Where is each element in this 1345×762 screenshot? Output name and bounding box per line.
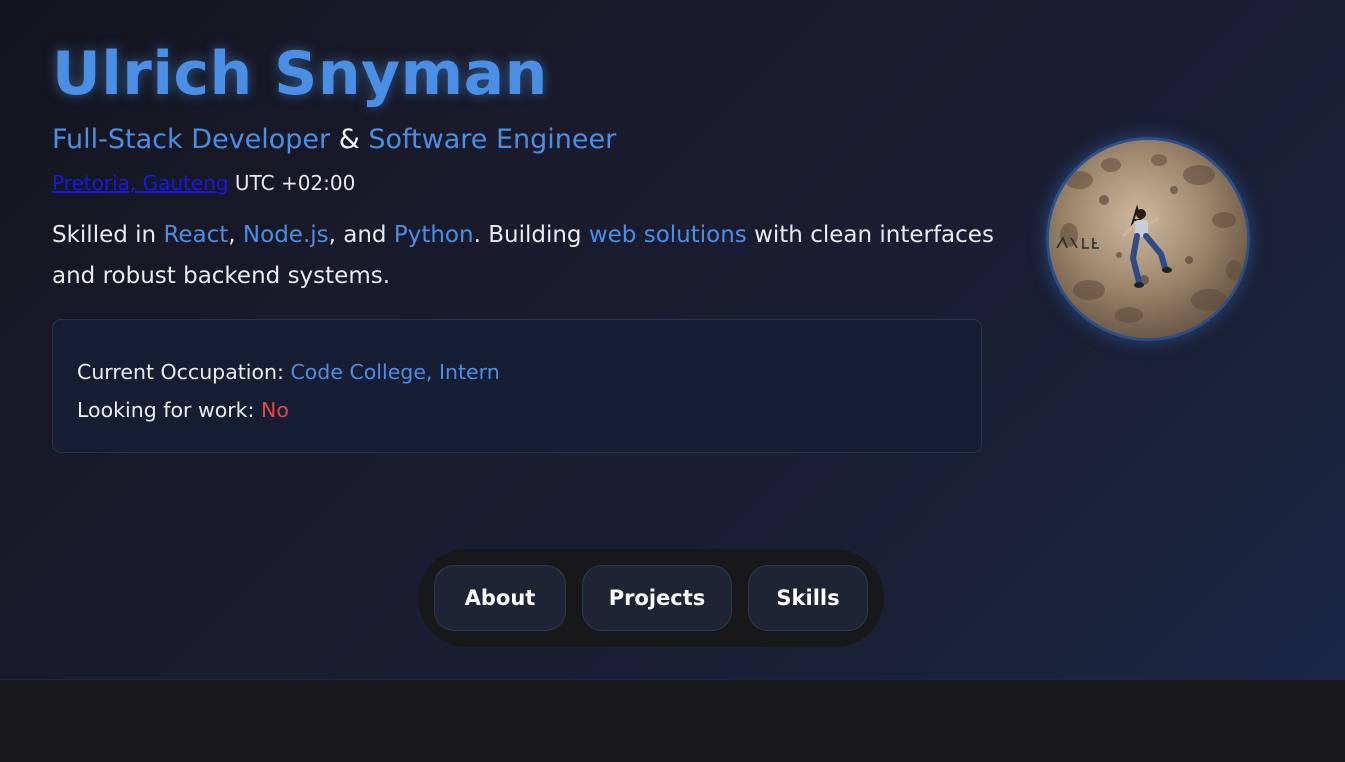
bio-text-part: Skilled in — [52, 222, 164, 248]
role-software-engineer: Software Engineer — [368, 124, 617, 155]
skill-nodejs: Node.js — [242, 222, 329, 248]
bio-text-part: , and — [328, 222, 394, 248]
nav-about-button[interactable]: About — [434, 565, 566, 631]
role-separator: & — [330, 124, 369, 155]
avatar — [1046, 137, 1250, 341]
location-link[interactable]: Pretoria, Gauteng — [52, 171, 229, 195]
nav-skills-button[interactable]: Skills — [748, 565, 868, 631]
work-status-line: Looking for work: No — [77, 391, 957, 429]
nav-projects-button[interactable]: Projects — [582, 565, 732, 631]
status-card: Current Occupation: Code College, Intern… — [52, 319, 982, 453]
bio-text-part: , — [228, 222, 243, 248]
footer-band — [0, 680, 1345, 762]
timezone-text: UTC +02:00 — [228, 171, 356, 195]
skill-python: Python — [393, 222, 474, 248]
occupation-label: Current Occupation: — [77, 360, 291, 384]
work-status-label: Looking for work: — [77, 398, 261, 422]
skill-react: React — [163, 222, 229, 248]
page-title: Ulrich Snyman — [52, 39, 548, 109]
skill-web-solutions: web solutions — [588, 222, 747, 248]
main-nav: About Projects Skills — [418, 549, 884, 647]
occupation-line: Current Occupation: Code College, Intern — [77, 353, 957, 391]
work-status-value: No — [260, 398, 289, 422]
occupation-value: Code College, Intern — [290, 360, 500, 384]
bio-text-part: . Building — [473, 222, 589, 248]
role-subtitle: Full-Stack Developer & Software Engineer — [52, 122, 616, 158]
profile-photo — [1049, 140, 1247, 338]
bio-text: Skilled in React, Node.js, and Python. B… — [52, 215, 997, 297]
role-fullstack: Full-Stack Developer — [52, 124, 331, 155]
location-line: Pretoria, Gauteng UTC +02:00 — [52, 169, 355, 197]
hero-section: Ulrich Snyman Full-Stack Developer & Sof… — [0, 0, 1345, 680]
